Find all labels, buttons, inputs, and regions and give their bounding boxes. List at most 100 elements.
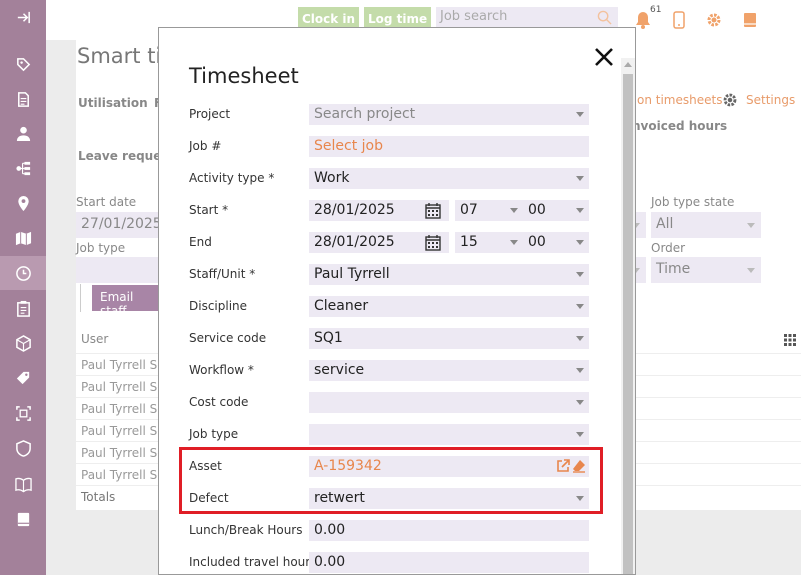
partial-select-1[interactable] [632, 212, 646, 238]
job-select[interactable]: Select job [309, 136, 589, 157]
lunch-break-input[interactable]: 0.00 [309, 520, 589, 541]
workflow-select[interactable]: service [309, 360, 589, 381]
project-placeholder: Search project [314, 106, 416, 122]
discipline-label: Discipline [189, 299, 248, 313]
box-icon[interactable] [0, 326, 46, 360]
start-minute-select[interactable]: 00 [523, 200, 589, 221]
travel-hours-input[interactable]: 0.00 [309, 552, 589, 573]
workflow-value: service [314, 362, 365, 378]
settings-gear-icon[interactable] [721, 91, 739, 109]
job-type-label: Job type [76, 241, 126, 255]
tab-utilisation[interactable]: Utilisation [78, 96, 148, 110]
settings-link[interactable]: Settings [746, 93, 795, 107]
scrollbar[interactable] [621, 58, 635, 574]
defect-label: Defect [189, 491, 229, 505]
user-icon[interactable] [0, 116, 46, 150]
job-type-label: Job type [189, 427, 239, 441]
asset-label: Asset [189, 459, 222, 473]
end-date-value: 28/01/2025 [314, 234, 395, 250]
start-minute-value: 00 [528, 202, 546, 218]
map-icon[interactable] [0, 221, 46, 255]
job-label: Job # [189, 139, 222, 153]
project-label: Project [189, 107, 231, 121]
search-icon [597, 10, 612, 25]
shield-icon[interactable] [0, 431, 46, 465]
workflow-label: Workflow * [189, 363, 254, 377]
defect-value: retwert [314, 490, 365, 506]
sidebar [0, 0, 46, 575]
book-icon[interactable] [0, 502, 46, 536]
cost-code-select[interactable] [309, 392, 589, 413]
tag-list-icon[interactable] [0, 47, 46, 81]
asset-field[interactable]: A-159342 [309, 456, 589, 477]
document-icon[interactable] [0, 82, 46, 116]
divider [80, 284, 81, 312]
notification-count: 61 [650, 5, 662, 15]
discipline-value: Cleaner [314, 298, 369, 314]
start-label: Start * [189, 203, 229, 217]
staff-unit-value: Paul Tyrrell [314, 266, 390, 282]
order-value: Time [656, 261, 691, 277]
eraser-icon[interactable] [572, 459, 586, 473]
job-type-select[interactable] [309, 424, 589, 445]
end-minute-value: 00 [528, 234, 546, 250]
start-date-field[interactable]: 27/01/2025 [76, 212, 162, 238]
activity-type-value: Work [314, 170, 350, 186]
timesheet-modal: Timesheet Project Search project Job # S… [158, 27, 636, 575]
partial-select-2[interactable] [632, 257, 646, 283]
email-staff-button[interactable]: Email staff [92, 285, 164, 318]
start-hour-value: 07 [460, 202, 478, 218]
job-type-state-select[interactable]: All [651, 212, 761, 238]
start-hour-select[interactable]: 07 [455, 200, 523, 221]
project-select[interactable]: Search project [309, 104, 589, 125]
grid-icon[interactable] [784, 334, 796, 346]
end-hour-select[interactable]: 15 [455, 232, 523, 253]
hierarchy-icon[interactable] [0, 151, 46, 185]
close-icon[interactable] [592, 45, 616, 69]
lunch-break-label: Lunch/Break Hours [189, 523, 303, 537]
clock-icon[interactable] [0, 256, 46, 290]
tab-invoiced-hours[interactable]: nvoiced hours [632, 119, 727, 133]
modal-title: Timesheet [189, 64, 299, 88]
scrollbar-thumb[interactable] [623, 74, 633, 574]
activity-type-select[interactable]: Work [309, 168, 589, 189]
job-type-field[interactable] [76, 257, 158, 283]
travel-hours-label: Included travel hours [189, 555, 317, 569]
calendar-icon[interactable] [425, 202, 441, 219]
tag-icon[interactable] [0, 361, 46, 395]
service-code-value: SQ1 [314, 330, 343, 346]
scroll-up-arrow-icon[interactable] [624, 62, 632, 67]
cost-code-label: Cost code [189, 395, 249, 409]
start-date-value: 28/01/2025 [314, 202, 395, 218]
open-external-icon[interactable] [556, 459, 570, 473]
end-hour-value: 15 [460, 234, 478, 250]
staff-unit-select[interactable]: Paul Tyrrell [309, 264, 589, 285]
book-icon[interactable] [741, 10, 759, 30]
activity-type-label: Activity type * [189, 171, 275, 185]
asset-value[interactable]: A-159342 [314, 458, 382, 474]
job-search-placeholder: Job search [440, 9, 508, 24]
calendar-icon[interactable] [425, 234, 441, 251]
clipboard-icon[interactable] [0, 291, 46, 325]
service-code-select[interactable]: SQ1 [309, 328, 589, 349]
service-code-label: Service code [189, 331, 267, 345]
end-minute-select[interactable]: 00 [523, 232, 589, 253]
end-label: End [189, 235, 212, 249]
mobile-icon[interactable] [670, 10, 688, 30]
user-column-header: User [81, 332, 109, 346]
scan-icon[interactable] [0, 396, 46, 430]
defect-select[interactable]: retwert [309, 488, 589, 509]
discipline-select[interactable]: Cleaner [309, 296, 589, 317]
order-select[interactable]: Time [651, 257, 761, 283]
staff-unit-label: Staff/Unit * [189, 267, 256, 281]
gear-icon[interactable] [705, 10, 723, 30]
open-timesheets-link[interactable]: on timesheets [637, 93, 722, 107]
book-open-icon[interactable] [0, 467, 46, 501]
start-date-label: Start date [76, 195, 137, 209]
map-pin-icon[interactable] [0, 186, 46, 220]
collapse-sidebar-icon[interactable] [0, 0, 46, 34]
job-type-state-value: All [656, 216, 674, 232]
job-type-state-label: Job type state [651, 195, 735, 209]
tab-leave-requests[interactable]: Leave reques [78, 149, 169, 163]
order-label: Order [651, 241, 686, 255]
